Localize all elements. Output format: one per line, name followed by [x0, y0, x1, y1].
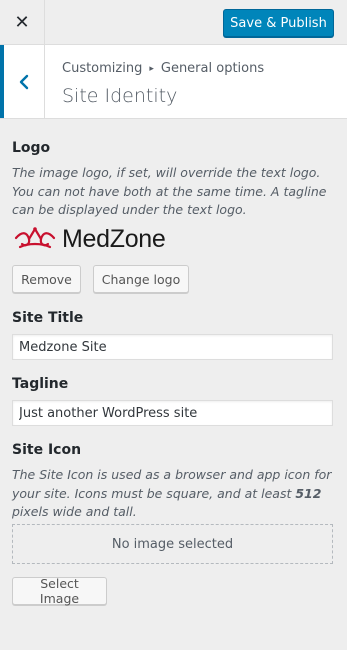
- site-icon-description-start: The Site Icon is used as a browser and a…: [12, 467, 332, 501]
- tagline-input[interactable]: [12, 400, 333, 426]
- change-logo-button[interactable]: Change logo: [93, 265, 189, 293]
- tagline-label: Tagline: [12, 376, 69, 392]
- breadcrumb-current: General options: [160, 61, 265, 76]
- close-button[interactable]: ✕: [0, 0, 45, 45]
- site-icon-placeholder[interactable]: No image selected: [12, 524, 333, 564]
- logo-image: MedZone: [12, 225, 166, 253]
- site-icon-min-size: 512: [295, 485, 322, 501]
- section-header: Customizing ▸ General options Site Ident…: [0, 45, 347, 119]
- logo-label: Logo: [12, 140, 51, 156]
- back-button[interactable]: [0, 45, 45, 118]
- section-title: Site Identity: [62, 85, 178, 107]
- breadcrumb: Customizing ▸ General options: [62, 61, 264, 76]
- site-icon-label: Site Icon: [12, 442, 82, 458]
- customizer-header: ✕ Save & Publish: [0, 0, 347, 45]
- logo-text: MedZone: [62, 224, 166, 253]
- chevron-left-icon: [19, 74, 29, 89]
- breadcrumb-root: Customizing: [62, 61, 143, 76]
- breadcrumb-arrow-icon: ▸: [149, 63, 154, 74]
- remove-logo-button[interactable]: Remove: [12, 265, 81, 293]
- site-icon-description-end: pixels wide and tall.: [12, 504, 137, 519]
- crown-logo-icon: [14, 227, 56, 249]
- site-title-input[interactable]: [12, 334, 333, 360]
- logo-description: The image logo, if set, will override th…: [12, 165, 327, 217]
- site-title-label: Site Title: [12, 310, 84, 326]
- close-icon: ✕: [14, 12, 30, 33]
- save-publish-button[interactable]: Save & Publish: [223, 9, 334, 37]
- select-image-button[interactable]: Select Image: [12, 576, 107, 606]
- site-icon-description: The Site Icon is used as a browser and a…: [12, 466, 337, 522]
